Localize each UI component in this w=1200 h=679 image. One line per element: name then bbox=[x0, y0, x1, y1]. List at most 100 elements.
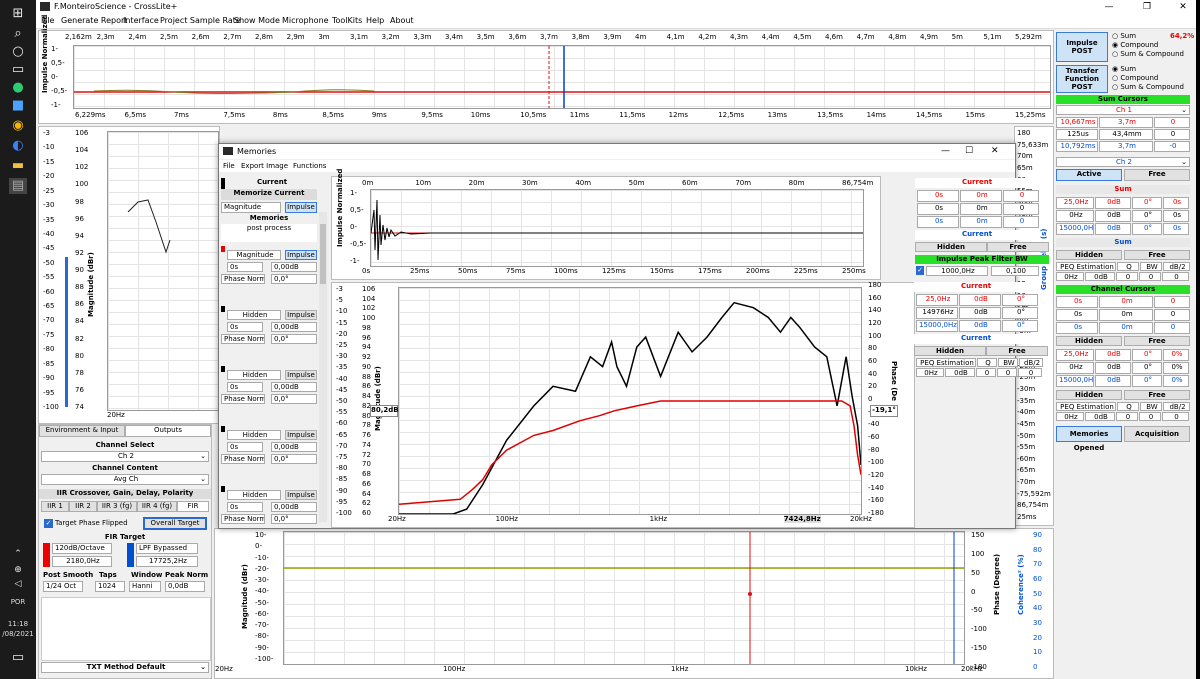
cell[interactable]: 0Hz bbox=[1056, 210, 1094, 222]
taps-select[interactable]: 1024 bbox=[95, 581, 125, 592]
slot-phase-deg[interactable]: 0,0° bbox=[271, 334, 317, 344]
bottom-plot[interactable] bbox=[283, 531, 965, 665]
current-mode-select[interactable]: Magnitude bbox=[221, 202, 281, 213]
cell[interactable]: 25,0Hz bbox=[1056, 197, 1094, 209]
cell[interactable]: 0Hz bbox=[916, 368, 944, 377]
target-phase-checkbox[interactable]: ✓ bbox=[44, 519, 53, 528]
cortana-icon[interactable]: ○ bbox=[9, 44, 27, 60]
cell[interactable]: 0dB bbox=[945, 368, 975, 377]
window-select[interactable]: Hanni bbox=[129, 581, 161, 592]
slot-mode-select[interactable]: Hidden bbox=[227, 490, 281, 500]
cell[interactable]: 0 bbox=[1018, 368, 1042, 377]
slot-phase-deg[interactable]: 0,0° bbox=[271, 394, 317, 404]
cell[interactable]: 0dB bbox=[959, 294, 1001, 306]
cell[interactable]: 0Hz bbox=[1056, 272, 1084, 281]
slot-phase-select[interactable]: Phase Normal bbox=[221, 274, 265, 284]
slot-impulse-button[interactable]: Impulse bbox=[285, 310, 317, 320]
active-button[interactable]: Active bbox=[1056, 169, 1122, 181]
memories-minimize-button[interactable]: — bbox=[941, 146, 950, 156]
memorize-current-button[interactable]: Memorize Current bbox=[221, 189, 317, 200]
cell[interactable]: PEQ Estimation bbox=[1056, 262, 1116, 271]
notifications-icon[interactable]: ▭ bbox=[9, 650, 27, 666]
cell[interactable]: 0 bbox=[1003, 216, 1039, 228]
cell[interactable]: PEQ Estimation bbox=[1056, 402, 1116, 411]
radio2-sum[interactable]: ◉ Sum bbox=[1112, 65, 1136, 73]
cell[interactable]: -0 bbox=[1154, 141, 1190, 152]
cell[interactable]: 0Hz bbox=[1056, 412, 1084, 421]
cell[interactable]: 3,7m bbox=[1099, 117, 1153, 128]
radio-sum[interactable]: ○ Sum bbox=[1112, 32, 1136, 40]
cell[interactable]: 15000,0Hz bbox=[1056, 375, 1094, 387]
cell[interactable]: 0s bbox=[1163, 223, 1189, 235]
slots-scrollbar[interactable] bbox=[319, 212, 327, 522]
channel-select-dropdown[interactable]: Ch 2 ⌄ bbox=[41, 451, 209, 462]
menu-generate-report[interactable]: Generate Report bbox=[61, 16, 127, 25]
cell[interactable]: 0 bbox=[1154, 296, 1190, 308]
cell[interactable]: dB/2 bbox=[1163, 402, 1190, 411]
hpf-order-field[interactable]: 120dB/Octave bbox=[52, 543, 112, 554]
current-impulse-button[interactable]: Impulse bbox=[285, 202, 317, 213]
tab-iir-3[interactable]: IIR 3 (fg) bbox=[97, 501, 137, 512]
slot-phase-deg[interactable]: 0,0° bbox=[271, 454, 317, 464]
windows-start-icon[interactable]: ⊞ bbox=[9, 6, 27, 22]
memories-menu-functions[interactable]: Functions bbox=[293, 162, 326, 170]
tab-iir-2[interactable]: IIR 2 bbox=[69, 501, 97, 512]
slot-phase-select[interactable]: Phase Normal bbox=[221, 394, 265, 404]
cell[interactable]: 0m bbox=[1099, 296, 1153, 308]
cell[interactable]: dB/2 bbox=[1019, 358, 1043, 367]
cell[interactable]: BW bbox=[998, 358, 1018, 367]
menu-project-sample-rate[interactable]: Project Sample Rate bbox=[160, 16, 241, 25]
cell[interactable]: Q bbox=[1117, 262, 1139, 271]
cell[interactable]: 0dB bbox=[959, 320, 1001, 332]
cell[interactable]: 0 bbox=[1154, 309, 1190, 321]
menu-interface[interactable]: Interface bbox=[123, 16, 159, 25]
slot-phase-deg[interactable]: 0,0° bbox=[271, 514, 317, 524]
maximize-button[interactable]: ❐ bbox=[1136, 1, 1158, 13]
slot-phase-deg[interactable]: 0,0° bbox=[271, 274, 317, 284]
cell[interactable]: 0% bbox=[1163, 362, 1189, 374]
memories-opened-button[interactable]: Memories Opened bbox=[1056, 426, 1122, 452]
cell[interactable]: 0s bbox=[1056, 296, 1098, 308]
cell[interactable]: 0 bbox=[1116, 272, 1138, 281]
cell[interactable]: 0m bbox=[960, 203, 1002, 215]
cell[interactable]: 0s bbox=[1056, 309, 1098, 321]
cell[interactable]: 43,4mm bbox=[1099, 129, 1153, 140]
cell[interactable]: 0° bbox=[1132, 375, 1162, 387]
menu-microphone[interactable]: Microphone bbox=[282, 16, 329, 25]
cell[interactable]: 0dB bbox=[1095, 210, 1131, 222]
cell[interactable]: 0% bbox=[1163, 375, 1189, 387]
ipf-freq-field[interactable]: 1000,0Hz bbox=[926, 266, 988, 276]
free2-button[interactable]: Free bbox=[1124, 250, 1190, 260]
cell[interactable]: 0° bbox=[1132, 197, 1162, 209]
cell[interactable]: 0 bbox=[1003, 190, 1039, 202]
cell[interactable]: 0dB bbox=[1095, 197, 1131, 209]
cell[interactable]: 0 bbox=[1003, 203, 1039, 215]
memories-close-button[interactable]: ✕ bbox=[991, 146, 999, 156]
radio-compound[interactable]: ◉ Compound bbox=[1112, 41, 1158, 49]
memories-maximize-button[interactable]: ☐ bbox=[965, 146, 973, 156]
close-button[interactable]: ✕ bbox=[1172, 1, 1194, 13]
cell[interactable]: 0° bbox=[1132, 223, 1162, 235]
cell[interactable]: Q bbox=[1117, 402, 1139, 411]
rp-hidden-button[interactable]: Hidden bbox=[915, 242, 987, 252]
radio-sum-compound[interactable]: ○ Sum & Compound bbox=[1112, 50, 1184, 58]
cell[interactable]: 125us bbox=[1056, 129, 1098, 140]
task-view-icon[interactable]: ▭ bbox=[9, 62, 27, 78]
memories-menu-export[interactable]: Export Image bbox=[241, 162, 288, 170]
cell[interactable]: 0 bbox=[1154, 322, 1190, 334]
cell[interactable]: 0m bbox=[1099, 309, 1153, 321]
hidden2-button[interactable]: Hidden bbox=[1056, 336, 1122, 346]
slot-gain-field[interactable]: 0,00dB bbox=[271, 382, 317, 392]
hpf-freq-field[interactable]: 2180,0Hz bbox=[52, 556, 112, 567]
rp-free2-button[interactable]: Free bbox=[986, 346, 1048, 356]
cell[interactable]: 0 bbox=[1139, 272, 1161, 281]
cell[interactable]: 3,7m bbox=[1099, 141, 1153, 152]
cell[interactable]: 10,792ms bbox=[1056, 141, 1098, 152]
cell[interactable]: 0 bbox=[1162, 272, 1189, 281]
cell[interactable]: dB/2 bbox=[1163, 262, 1190, 271]
cell[interactable]: 0° bbox=[1002, 320, 1038, 332]
radio2-compound[interactable]: ○ Compound bbox=[1112, 74, 1158, 82]
cell[interactable]: 0dB bbox=[959, 307, 1001, 319]
ipf-checkbox[interactable]: ✓ bbox=[916, 266, 924, 275]
cell[interactable]: 0 bbox=[1154, 129, 1190, 140]
